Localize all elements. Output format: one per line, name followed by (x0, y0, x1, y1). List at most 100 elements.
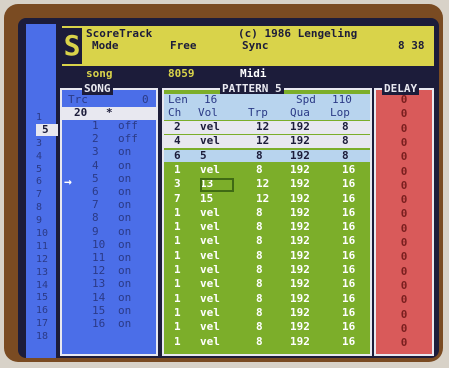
step-ch[interactable]: 1 (174, 220, 181, 234)
step-ch[interactable]: 3 (174, 177, 181, 191)
song-entry-state[interactable]: off (118, 119, 138, 133)
pattern-step-row[interactable]: 1 vel 8 192 16 (164, 335, 370, 349)
step-qua[interactable]: 192 (290, 306, 310, 320)
step-trp[interactable]: 8 (256, 306, 263, 320)
step-qua[interactable]: 192 (290, 120, 310, 134)
step-vol[interactable]: vel (200, 263, 220, 277)
spd-value[interactable]: 110 (332, 93, 352, 107)
delay-value[interactable]: 0 (376, 250, 432, 264)
step-vol[interactable]: vel (200, 163, 220, 177)
step-lop[interactable]: 8 (342, 120, 349, 134)
step-lop[interactable]: 16 (342, 249, 355, 263)
step-vol[interactable]: vel (200, 320, 220, 334)
step-ch[interactable]: 7 (174, 192, 181, 206)
step-qua[interactable]: 192 (290, 320, 310, 334)
step-lop[interactable]: 16 (342, 277, 355, 291)
step-vol[interactable]: vel (200, 249, 220, 263)
delay-value[interactable]: 0 (376, 265, 432, 279)
song-entry[interactable]: 14 on (62, 291, 156, 305)
pattern-step-row[interactable]: 1 vel 8 192 16 (164, 220, 370, 234)
step-ch[interactable]: 1 (174, 234, 181, 248)
pattern-step-row[interactable]: 1 vel 8 192 16 (164, 163, 370, 177)
delay-value[interactable]: 0 (376, 122, 432, 136)
step-lop[interactable]: 16 (342, 220, 355, 234)
step-lop[interactable]: 16 (342, 263, 355, 277)
step-qua[interactable]: 192 (290, 249, 310, 263)
song-entry[interactable]: 9 on (62, 225, 156, 239)
song-entry[interactable]: 16 on (62, 317, 156, 331)
song-entry-state[interactable]: on (118, 172, 131, 186)
step-qua[interactable]: 192 (290, 163, 310, 177)
song-current-row[interactable]: 20 * (62, 106, 156, 120)
mode-value[interactable]: Free (170, 40, 197, 52)
step-trp[interactable]: 8 (256, 263, 263, 277)
song-entry[interactable]: 3 on (62, 145, 156, 159)
sync-value[interactable]: Midi (240, 68, 267, 80)
song-entry[interactable]: 10 on (62, 238, 156, 252)
step-vol[interactable]: 5 (200, 149, 207, 163)
step-lop[interactable]: 16 (342, 177, 355, 191)
step-trp[interactable]: 8 (256, 335, 263, 349)
step-ch[interactable]: 1 (174, 277, 181, 291)
step-vol[interactable]: vel (200, 220, 220, 234)
step-ch[interactable]: 1 (174, 249, 181, 263)
step-trp[interactable]: 8 (256, 234, 263, 248)
delay-value[interactable]: 0 (376, 165, 432, 179)
song-entry-state[interactable]: on (118, 145, 131, 159)
delay-value[interactable]: 0 (376, 322, 432, 336)
step-ch[interactable]: 1 (174, 306, 181, 320)
step-lop[interactable]: 16 (342, 306, 355, 320)
step-lop[interactable]: 8 (342, 134, 349, 148)
step-qua[interactable]: 192 (290, 220, 310, 234)
song-entry[interactable]: 5 on (62, 172, 156, 186)
step-ch[interactable]: 1 (174, 320, 181, 334)
song-entry-state[interactable]: on (118, 159, 131, 173)
song-entry-state[interactable]: off (118, 132, 138, 146)
step-trp[interactable]: 12 (256, 134, 269, 148)
step-lop[interactable]: 16 (342, 320, 355, 334)
step-vol[interactable]: vel (200, 292, 220, 306)
step-ch[interactable]: 1 (174, 263, 181, 277)
song-entry[interactable]: 12 on (62, 264, 156, 278)
step-trp[interactable]: 8 (256, 149, 263, 163)
delay-value[interactable]: 0 (376, 222, 432, 236)
delay-value[interactable]: 0 (376, 336, 432, 350)
step-vol[interactable]: vel (200, 335, 220, 349)
step-trp[interactable]: 12 (256, 177, 269, 191)
step-lop[interactable]: 16 (342, 163, 355, 177)
pattern-step-row[interactable]: 1 vel 8 192 16 (164, 249, 370, 263)
step-trp[interactable]: 8 (256, 292, 263, 306)
step-ch[interactable]: 4 (174, 134, 181, 148)
delay-value[interactable]: 0 (376, 308, 432, 322)
pattern-step-row[interactable]: 1 vel 8 192 16 (164, 206, 370, 220)
song-entry[interactable]: 6 on (62, 185, 156, 199)
song-entry[interactable]: 13 on (62, 277, 156, 291)
song-entry[interactable]: 8 on (62, 211, 156, 225)
step-vol[interactable]: vel (200, 277, 220, 291)
pattern-step-row[interactable]: 1 vel 8 192 16 (164, 306, 370, 320)
song-entry-state[interactable]: on (118, 264, 131, 278)
step-ch[interactable]: 1 (174, 163, 181, 177)
song-entry[interactable]: 1 off (62, 119, 156, 133)
song-entry-state[interactable]: on (118, 291, 131, 305)
step-qua[interactable]: 192 (290, 292, 310, 306)
step-trp[interactable]: 8 (256, 206, 263, 220)
delay-value[interactable]: 0 (376, 193, 432, 207)
step-trp[interactable]: 8 (256, 163, 263, 177)
song-entry-state[interactable]: on (118, 238, 131, 252)
song-entry-state[interactable]: on (118, 225, 131, 239)
song-entry-state[interactable]: on (118, 211, 131, 225)
step-lop[interactable]: 8 (342, 149, 349, 163)
step-qua[interactable]: 192 (290, 192, 310, 206)
step-ch[interactable]: 1 (174, 206, 181, 220)
pattern-step-row[interactable]: 1 vel 8 192 16 (164, 263, 370, 277)
step-ch[interactable]: 1 (174, 292, 181, 306)
step-qua[interactable]: 192 (290, 234, 310, 248)
delay-value[interactable]: 0 (376, 207, 432, 221)
pattern-step-row[interactable]: 6 5 8 192 8 (164, 149, 370, 163)
step-qua[interactable]: 192 (290, 149, 310, 163)
step-vol[interactable]: 15 (200, 192, 213, 206)
step-qua[interactable]: 192 (290, 277, 310, 291)
pattern-step-row[interactable]: 1 vel 8 192 16 (164, 234, 370, 248)
delay-value[interactable]: 0 (376, 179, 432, 193)
